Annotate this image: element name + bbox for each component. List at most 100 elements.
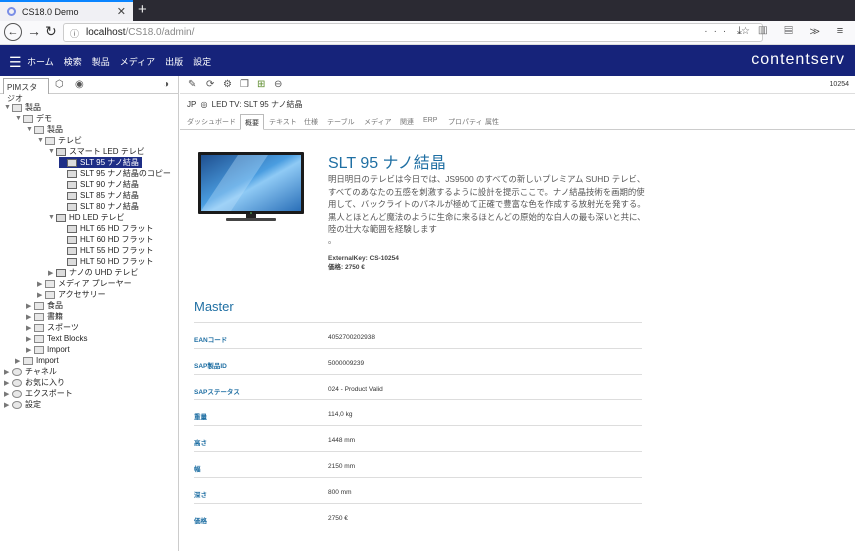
attribute-value[interactable]: 114,0 kg (328, 411, 352, 418)
hamburger-menu-icon[interactable]: ☰ (9, 54, 22, 71)
collapsed-arrow-icon[interactable]: ▶ (15, 357, 23, 365)
tree-item[interactable]: SLT 95 ナノ結晶のコピー (59, 168, 171, 179)
address-bar[interactable]: ⓘ localhost/CS18.0/admin/ ··· ☆ (63, 23, 763, 42)
tree-item[interactable]: ▶ ナノの UHD テレビ (48, 267, 138, 278)
collapsed-arrow-icon[interactable]: ▶ (26, 335, 34, 343)
tab-4[interactable]: テーブル (327, 117, 355, 127)
tab-2[interactable]: テキスト (269, 117, 297, 127)
tree-item[interactable]: ▶ 設定 (4, 399, 41, 410)
tree-item[interactable]: ▼ スマート LED テレビ (48, 146, 145, 157)
tree-item[interactable]: SLT 85 ナノ結晶 (59, 190, 139, 201)
refresh-icon[interactable]: ⟳ (206, 79, 214, 90)
browser-tab-title: CS18.0 Demo (22, 6, 79, 17)
record-status-icon: ◎ (200, 100, 208, 109)
expanded-arrow-icon[interactable]: ▼ (48, 214, 56, 221)
collapsed-arrow-icon[interactable]: ▶ (26, 302, 34, 310)
favicon-icon (7, 7, 16, 16)
tree-item[interactable]: ▼ テレビ (37, 135, 82, 146)
tab-6[interactable]: 関連 (400, 117, 414, 127)
gear-icon[interactable]: ⚙ (223, 79, 232, 90)
menu-item-search[interactable]: 検索 (64, 55, 82, 68)
tree-item[interactable]: HLT 55 HD フラット (59, 245, 154, 256)
tree-item[interactable]: ▶ アクセサリー (37, 289, 106, 300)
record-id: 10254 (829, 81, 849, 88)
new-tab-icon[interactable]: + (138, 1, 147, 18)
menu-item-media[interactable]: メディア (120, 55, 155, 68)
tab-3[interactable]: 仕様 (304, 117, 318, 127)
expanded-arrow-icon[interactable]: ▼ (15, 115, 23, 122)
attribute-value[interactable]: 024 - Product Valid (328, 386, 383, 393)
remove-icon[interactable]: ⊖ (274, 79, 282, 90)
tree-item[interactable]: SLT 95 ナノ結晶 (59, 157, 142, 168)
browser-tab[interactable]: CS18.0 Demo ✕ (0, 0, 133, 21)
collapsed-arrow-icon[interactable]: ▶ (4, 368, 12, 376)
expanded-arrow-icon[interactable]: ▼ (26, 126, 34, 133)
info-icon[interactable]: ⓘ (70, 27, 79, 40)
tree-item-label: 書籍 (47, 312, 63, 321)
collapsed-arrow-icon[interactable]: ▶ (26, 324, 34, 332)
tree-item[interactable]: ▼ HD LED テレビ (48, 212, 125, 223)
reload-icon[interactable]: ↻ (45, 23, 57, 40)
tab-5[interactable]: メディア (364, 117, 392, 127)
tab-9[interactable]: 属性 (485, 117, 499, 127)
collapsed-arrow-icon[interactable]: ▶ (4, 379, 12, 387)
forward-icon[interactable]: → (27, 23, 41, 39)
collapsed-arrow-icon[interactable]: ▶ (37, 291, 45, 299)
tree-item[interactable]: ▼ 製品 (4, 102, 41, 113)
tree-item[interactable]: ▶ Import (15, 355, 59, 366)
menu-item-products[interactable]: 製品 (92, 55, 110, 68)
back-icon[interactable]: ← (4, 23, 22, 41)
collapsed-arrow-icon[interactable]: ▶ (48, 269, 56, 277)
folder-icon (23, 114, 33, 123)
tab-8[interactable]: プロパティ (448, 117, 483, 127)
browser-tab-bar: CS18.0 Demo ✕ + (0, 0, 855, 21)
expanded-arrow-icon[interactable]: ▼ (4, 104, 12, 111)
tree-item[interactable]: HLT 50 HD フラット (59, 256, 154, 267)
tree-item[interactable]: ▶ Import (26, 344, 70, 355)
tree-item[interactable]: SLT 80 ナノ結晶 (59, 201, 139, 212)
tree-item[interactable]: ▶ メディア プレーヤー (37, 278, 132, 289)
menu-item-home[interactable]: ホーム (27, 55, 54, 68)
tree-item[interactable]: ▶ 食品 (26, 300, 63, 311)
pie-chart-icon[interactable]: ◑ (163, 79, 169, 90)
eye-icon[interactable]: ◉ (75, 79, 84, 90)
attribute-value[interactable]: 2750 € (328, 515, 348, 522)
tree-item[interactable]: ▶ チャネル (4, 366, 57, 377)
expanded-arrow-icon[interactable]: ▼ (37, 137, 45, 144)
tab-pim-studio[interactable]: PIMスタジオ (3, 78, 49, 103)
tree-item[interactable]: ▼ 製品 (26, 124, 63, 135)
attribute-value[interactable]: 4052700202938 (328, 334, 375, 341)
tree-item[interactable]: ▼ デモ (15, 113, 52, 124)
attribute-value[interactable]: 1448 mm (328, 437, 355, 444)
tree-item[interactable]: ▶ 書籍 (26, 311, 63, 322)
tree-structure-icon[interactable]: ⊞ (257, 79, 265, 90)
tree-item[interactable]: ▶ スポーツ (26, 322, 79, 333)
attribute-value[interactable]: 800 mm (328, 489, 351, 496)
toolbar-icons[interactable]: ⤓ ▥ ▤ ≫ ≡ (737, 25, 850, 38)
tree-item[interactable]: HLT 65 HD フラット (59, 223, 154, 234)
folder-icon (34, 323, 44, 332)
close-tab-icon[interactable]: ✕ (117, 5, 126, 18)
collapsed-arrow-icon[interactable]: ▶ (4, 401, 12, 409)
tab-1[interactable]: 概要 (240, 114, 264, 130)
expanded-arrow-icon[interactable]: ▼ (48, 148, 56, 155)
collapsed-arrow-icon[interactable]: ▶ (4, 390, 12, 398)
attribute-value[interactable]: 2150 mm (328, 463, 355, 470)
tab-0[interactable]: ダッシュボード (187, 117, 236, 127)
collapsed-arrow-icon[interactable]: ▶ (26, 346, 34, 354)
tree-item[interactable]: ▶ お気に入り (4, 377, 65, 388)
copy-icon[interactable]: ❐ (240, 79, 249, 90)
collapsed-arrow-icon[interactable]: ▶ (37, 280, 45, 288)
edit-icon[interactable]: ✎ (188, 79, 196, 90)
tv-icon (67, 246, 77, 255)
cube-icon[interactable]: ⬡ (55, 79, 64, 90)
tree-item[interactable]: SLT 90 ナノ結晶 (59, 179, 139, 190)
tab-7[interactable]: ERP (423, 117, 437, 124)
tree-item[interactable]: HLT 60 HD フラット (59, 234, 154, 245)
attribute-value[interactable]: 5000009239 (328, 360, 364, 367)
collapsed-arrow-icon[interactable]: ▶ (26, 313, 34, 321)
menu-item-publish[interactable]: 出版 (165, 55, 183, 68)
tree-item[interactable]: ▶ エクスポート (4, 388, 73, 399)
menu-item-settings[interactable]: 設定 (193, 55, 211, 68)
tree-item[interactable]: ▶ Text Blocks (26, 333, 87, 344)
